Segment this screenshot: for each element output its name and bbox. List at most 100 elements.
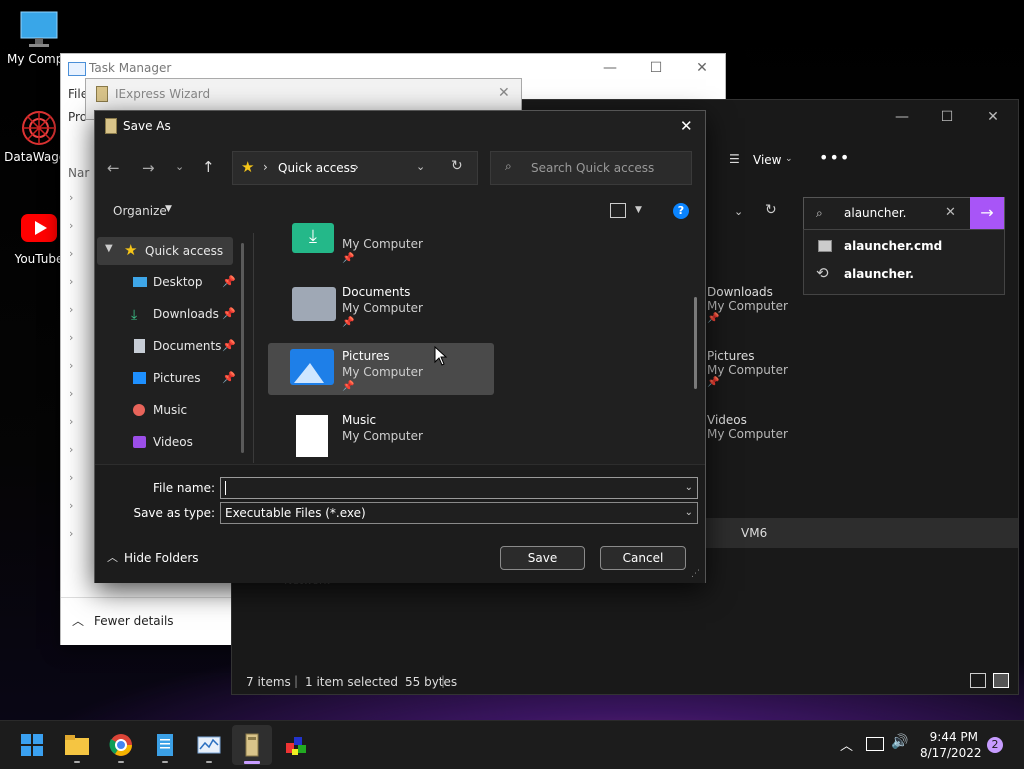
app-taskbar-icon[interactable]: [282, 731, 310, 759]
expand-chevron-icon[interactable]: ›: [61, 352, 91, 380]
more-options-icon[interactable]: •••: [819, 148, 850, 167]
network-icon[interactable]: [866, 737, 884, 751]
file-item[interactable]: Downloads My Computer 📌: [707, 285, 788, 324]
drive-row[interactable]: VM6: [692, 518, 1018, 548]
expand-chevron-icon[interactable]: ›: [61, 464, 91, 492]
expand-chevron-icon[interactable]: ›: [61, 380, 91, 408]
nav-item-music[interactable]: Music: [95, 397, 240, 425]
file-name: Documents: [342, 285, 411, 299]
maximize-button[interactable]: ☐: [633, 54, 679, 82]
file-list-scrollbar[interactable]: [694, 297, 697, 389]
minimize-button[interactable]: —: [879, 103, 925, 131]
notepad-icon[interactable]: [151, 731, 179, 759]
expand-chevron-icon[interactable]: ›: [61, 240, 91, 268]
music-file-icon: [296, 415, 328, 457]
organize-button[interactable]: Organize: [113, 204, 167, 218]
file-list: ⤓ My Computer 📌 Documents My Computer 📌 …: [254, 221, 704, 464]
task-manager-taskbar-icon[interactable]: [195, 731, 223, 759]
forward-icon[interactable]: →: [142, 159, 155, 177]
cancel-button[interactable]: Cancel: [600, 546, 686, 570]
save-panel: File name: ⌄ Save as type: Executable Fi…: [95, 464, 705, 583]
up-icon[interactable]: ↑: [202, 158, 215, 176]
refresh-icon[interactable]: ↻: [765, 202, 777, 218]
maximize-button[interactable]: ☐: [924, 103, 970, 131]
minimize-button[interactable]: —: [587, 54, 633, 82]
suggestion-label: alauncher.cmd: [844, 239, 943, 253]
close-button[interactable]: ✕: [970, 103, 1016, 131]
chevron-up-icon[interactable]: ︿: [107, 549, 118, 565]
tiles-view-icon[interactable]: [993, 673, 1009, 688]
close-button[interactable]: ✕: [679, 54, 725, 82]
file-item-music[interactable]: Music My Computer: [268, 407, 494, 459]
save-button[interactable]: Save: [500, 546, 585, 570]
nav-item-pictures[interactable]: Pictures 📌: [95, 365, 240, 393]
chevron-down-icon[interactable]: ⌄: [685, 503, 693, 523]
address-chevron-icon[interactable]: ⌄: [416, 160, 425, 173]
fewer-details-button[interactable]: Fewer details: [94, 614, 174, 628]
save-as-dialog[interactable]: Save As ✕ ← → ⌄ ↑ ★ › Quick access › ⌄ ↻…: [94, 110, 706, 583]
search-go-button[interactable]: →: [970, 197, 1004, 229]
nav-scrollbar[interactable]: [241, 243, 244, 453]
iexpress-taskbar-icon[interactable]: [238, 731, 266, 759]
address-bar[interactable]: ★ › Quick access › ⌄ ↻: [232, 151, 478, 185]
navigation-pane: ▼ ★ Quick access Desktop 📌 ⤓ Downloads 📌…: [95, 233, 253, 463]
view-options-icon[interactable]: [610, 203, 626, 218]
resize-grip-icon[interactable]: ⋰: [691, 569, 700, 579]
view-menu[interactable]: View: [753, 153, 781, 167]
save-type-select[interactable]: Executable Files (*.exe) ⌄: [220, 502, 698, 524]
chevron-down-icon[interactable]: ⌄: [685, 478, 693, 498]
expand-chevron-icon[interactable]: ›: [61, 268, 91, 296]
recent-chevron-icon[interactable]: ⌄: [175, 160, 184, 173]
help-icon[interactable]: ?: [673, 203, 689, 219]
pin-icon: 📌: [222, 339, 236, 352]
file-item[interactable]: Videos My Computer: [707, 413, 788, 441]
search-input[interactable]: Search Quick access: [531, 161, 654, 175]
chevron-up-icon[interactable]: ︿: [840, 735, 853, 754]
nav-item-desktop[interactable]: Desktop 📌: [95, 269, 240, 297]
file-item-downloads[interactable]: ⤓ My Computer 📌: [268, 221, 494, 267]
details-view-icon[interactable]: [970, 673, 986, 688]
expand-chevron-icon[interactable]: ▼: [105, 243, 113, 254]
clock-date[interactable]: 8/17/2022: [920, 746, 982, 760]
back-icon[interactable]: ←: [107, 159, 120, 177]
file-item[interactable]: Pictures My Computer 📌: [707, 349, 788, 388]
search-input[interactable]: alauncher.: [844, 206, 906, 220]
expand-chevron-icon[interactable]: ›: [61, 324, 91, 352]
search-box[interactable]: ⌕ Search Quick access: [490, 151, 692, 185]
file-name-input[interactable]: ⌄: [220, 477, 698, 499]
clock-time[interactable]: 9:44 PM: [926, 730, 978, 744]
nav-item-downloads[interactable]: ⤓ Downloads 📌: [95, 301, 240, 329]
running-indicator: [118, 761, 124, 763]
refresh-icon[interactable]: ↻: [451, 158, 463, 174]
file-item-documents[interactable]: Documents My Computer 📌: [268, 279, 494, 331]
breadcrumb[interactable]: Quick access: [278, 161, 356, 175]
volume-icon[interactable]: 🔊: [891, 734, 908, 750]
expand-chevron-icon[interactable]: ›: [61, 436, 91, 464]
address-chevron-icon[interactable]: ⌄: [734, 205, 743, 218]
nav-item-quick-access[interactable]: ▼ ★ Quick access: [97, 237, 233, 265]
file-location: My Computer: [342, 365, 423, 379]
column-name[interactable]: Nar: [68, 166, 89, 180]
expand-chevron-icon[interactable]: ›: [61, 492, 91, 520]
breadcrumb-separator-icon: ›: [263, 160, 268, 174]
close-button[interactable]: ✕: [680, 117, 693, 135]
expand-chevron-icon[interactable]: ›: [61, 212, 91, 240]
view-options-chevron-icon[interactable]: ▼: [635, 205, 642, 215]
suggestion-item[interactable]: alauncher.cmd: [804, 233, 1004, 259]
chrome-icon[interactable]: [107, 731, 135, 759]
nav-item-videos[interactable]: Videos: [95, 429, 240, 457]
expand-chevron-icon[interactable]: ›: [61, 520, 91, 548]
suggestion-item[interactable]: ⟲ alauncher.: [804, 261, 1004, 287]
hide-folders-button[interactable]: Hide Folders: [124, 551, 199, 565]
expand-chevron-icon[interactable]: ›: [61, 296, 91, 324]
expand-chevron-icon[interactable]: ›: [61, 184, 91, 212]
close-button[interactable]: ✕: [498, 85, 510, 101]
file-item-pictures[interactable]: Pictures My Computer 📌: [268, 343, 494, 395]
file-explorer-taskbar-icon[interactable]: [63, 731, 91, 759]
clear-search-icon[interactable]: ✕: [945, 205, 956, 220]
chevron-up-icon[interactable]: ︿: [72, 612, 84, 629]
start-button[interactable]: [18, 731, 46, 759]
expand-chevron-icon[interactable]: ›: [61, 408, 91, 436]
nav-item-documents[interactable]: Documents 📌: [95, 333, 240, 361]
notification-badge[interactable]: 2: [987, 737, 1003, 753]
